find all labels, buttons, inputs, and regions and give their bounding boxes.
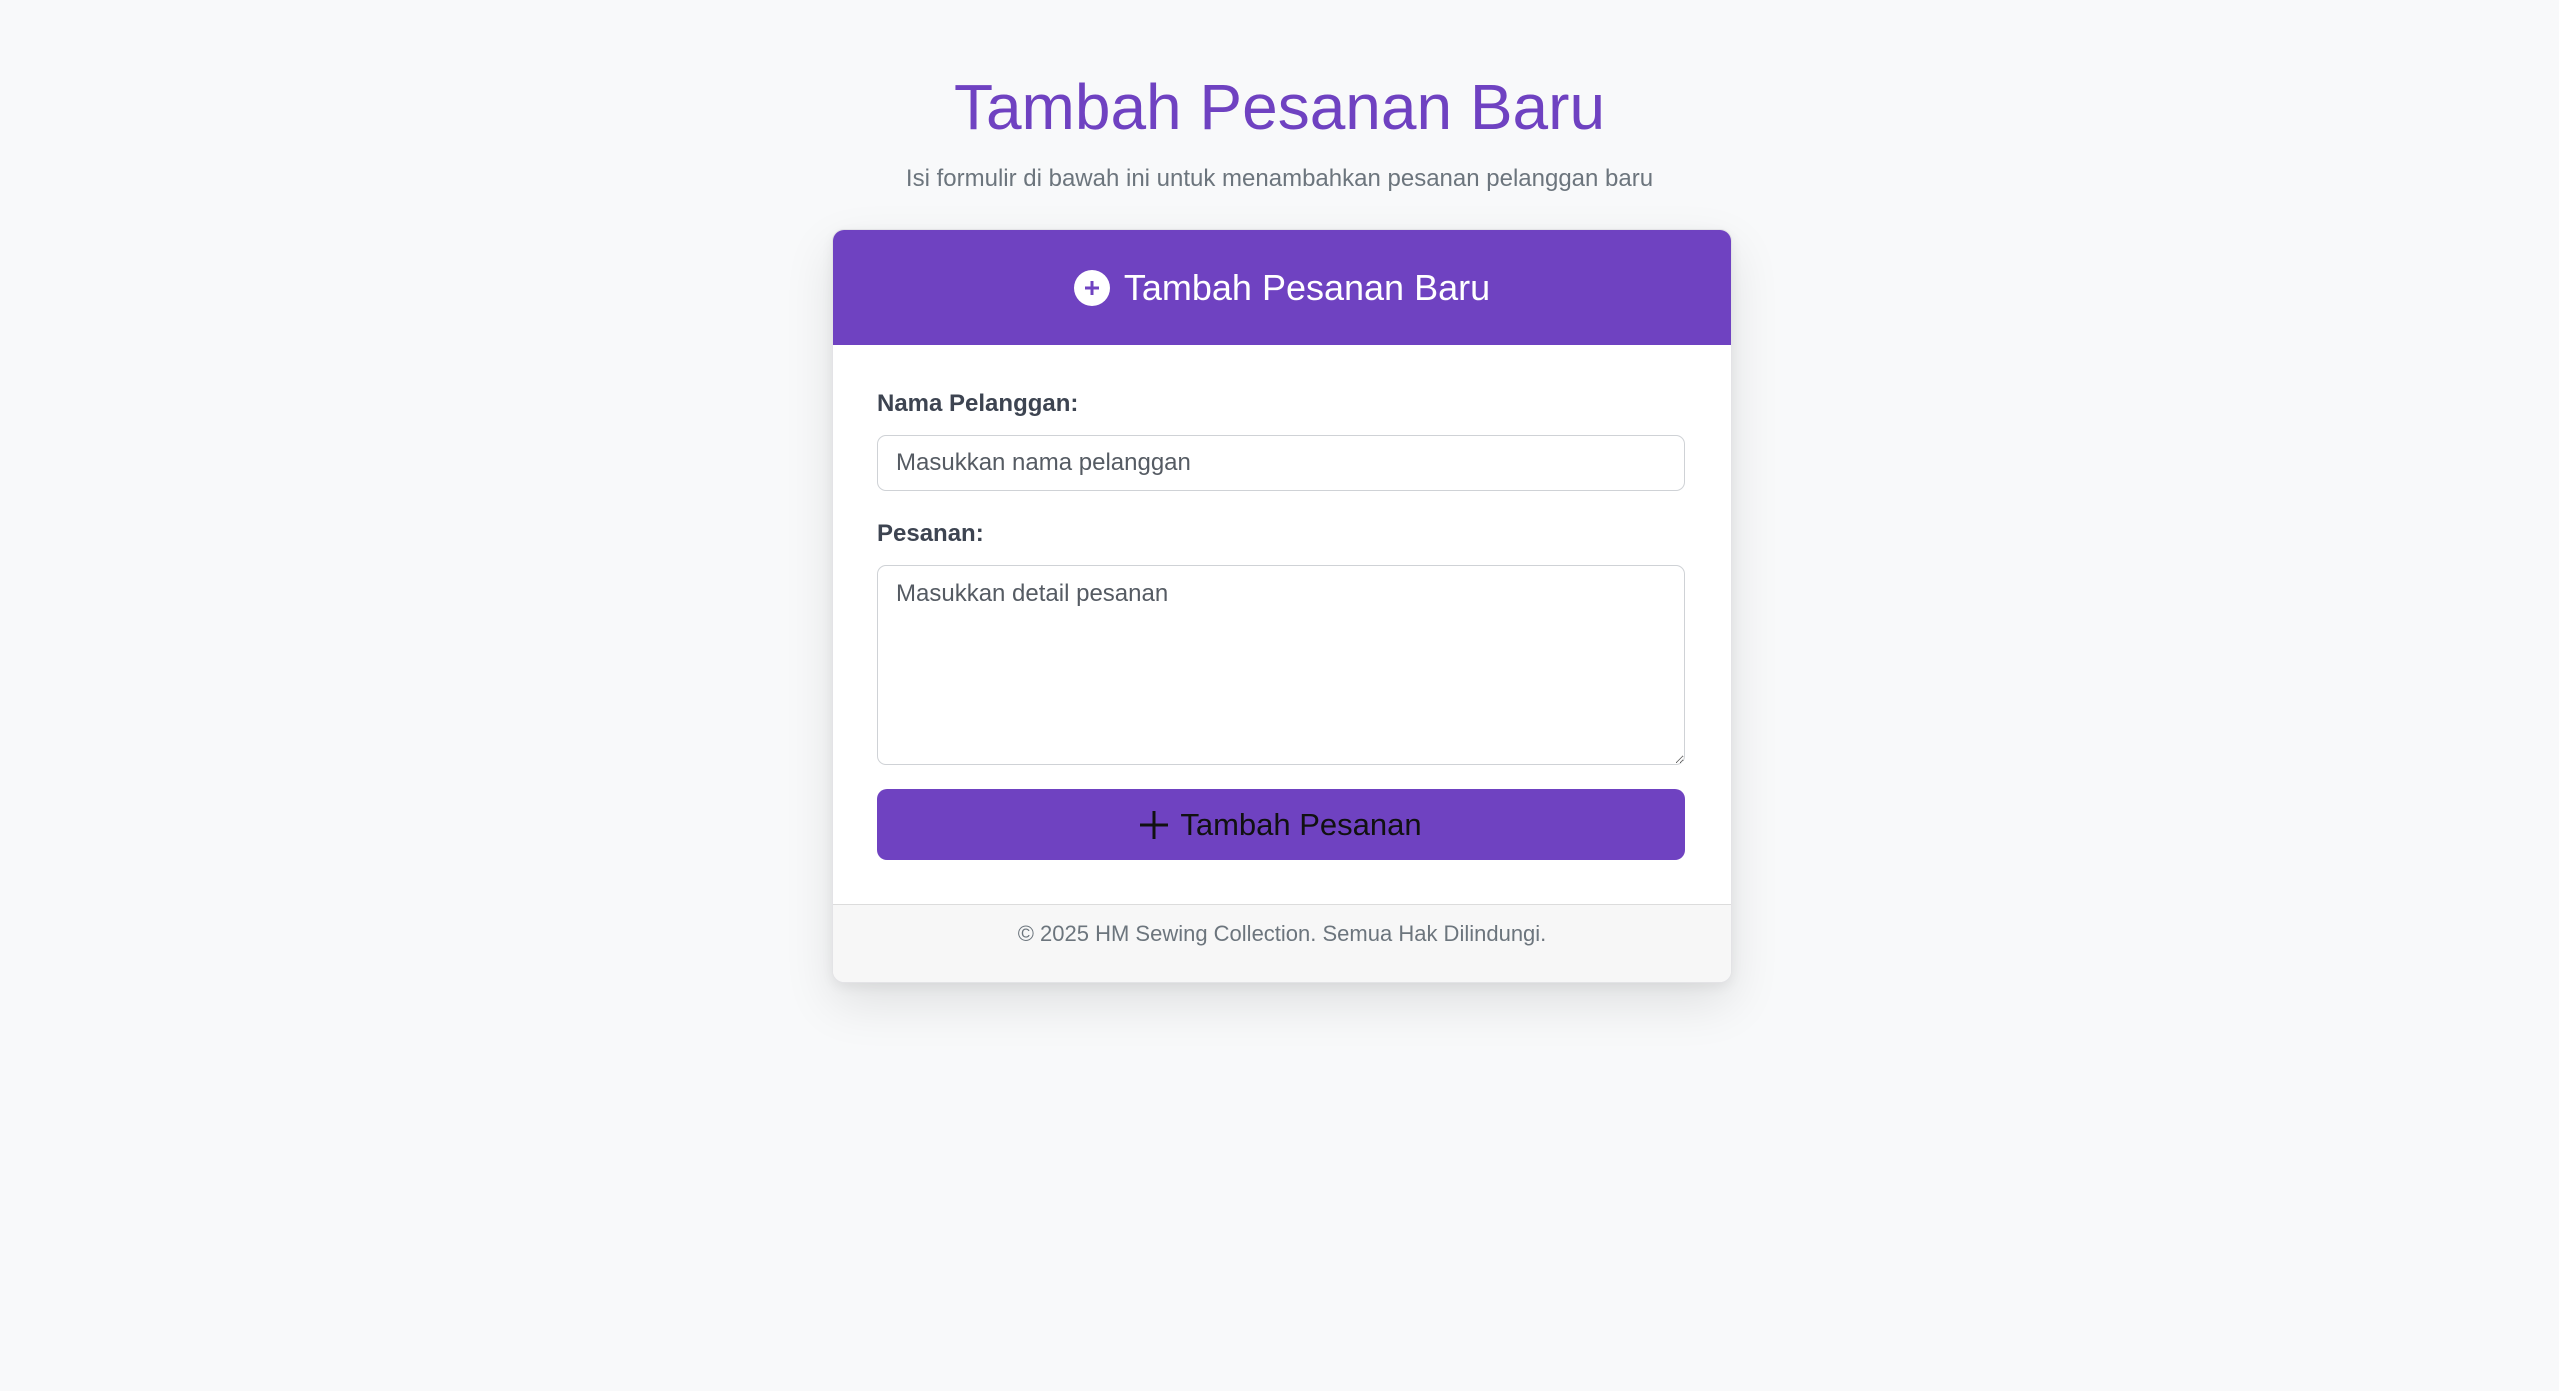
customer-name-label: Nama Pelanggan: — [877, 390, 1079, 417]
copyright-text: © 2025 HM Sewing Collection. Semua Hak D… — [1017, 921, 1547, 946]
page-header: Tambah Pesanan Baru Isi formulir di bawa… — [0, 0, 2559, 194]
order-details-textarea[interactable] — [877, 565, 1685, 765]
plus-icon — [1140, 810, 1169, 839]
card-footer: © 2025 HM Sewing Collection. Semua Hak D… — [833, 904, 1731, 982]
card-header: Tambah Pesanan Baru — [833, 230, 1731, 345]
add-order-button-label: Tambah Pesanan — [1180, 806, 1422, 842]
page: Tambah Pesanan Baru Isi formulir di bawa… — [0, 0, 2559, 1391]
order-label: Pesanan: — [877, 520, 984, 547]
order-form-card: Tambah Pesanan Baru Nama Pelanggan: Pesa… — [832, 229, 1732, 983]
page-title: Tambah Pesanan Baru — [953, 71, 1606, 143]
customer-name-input[interactable] — [877, 435, 1685, 491]
add-order-button[interactable]: Tambah Pesanan — [877, 789, 1685, 860]
card-title: Tambah Pesanan Baru — [1123, 266, 1491, 308]
page-subtitle: Isi formulir di bawah ini untuk menambah… — [905, 165, 1654, 192]
plus-circle-icon — [1073, 269, 1110, 306]
card-body: Nama Pelanggan: Pesanan: Tambah Pesanan — [833, 345, 1731, 904]
